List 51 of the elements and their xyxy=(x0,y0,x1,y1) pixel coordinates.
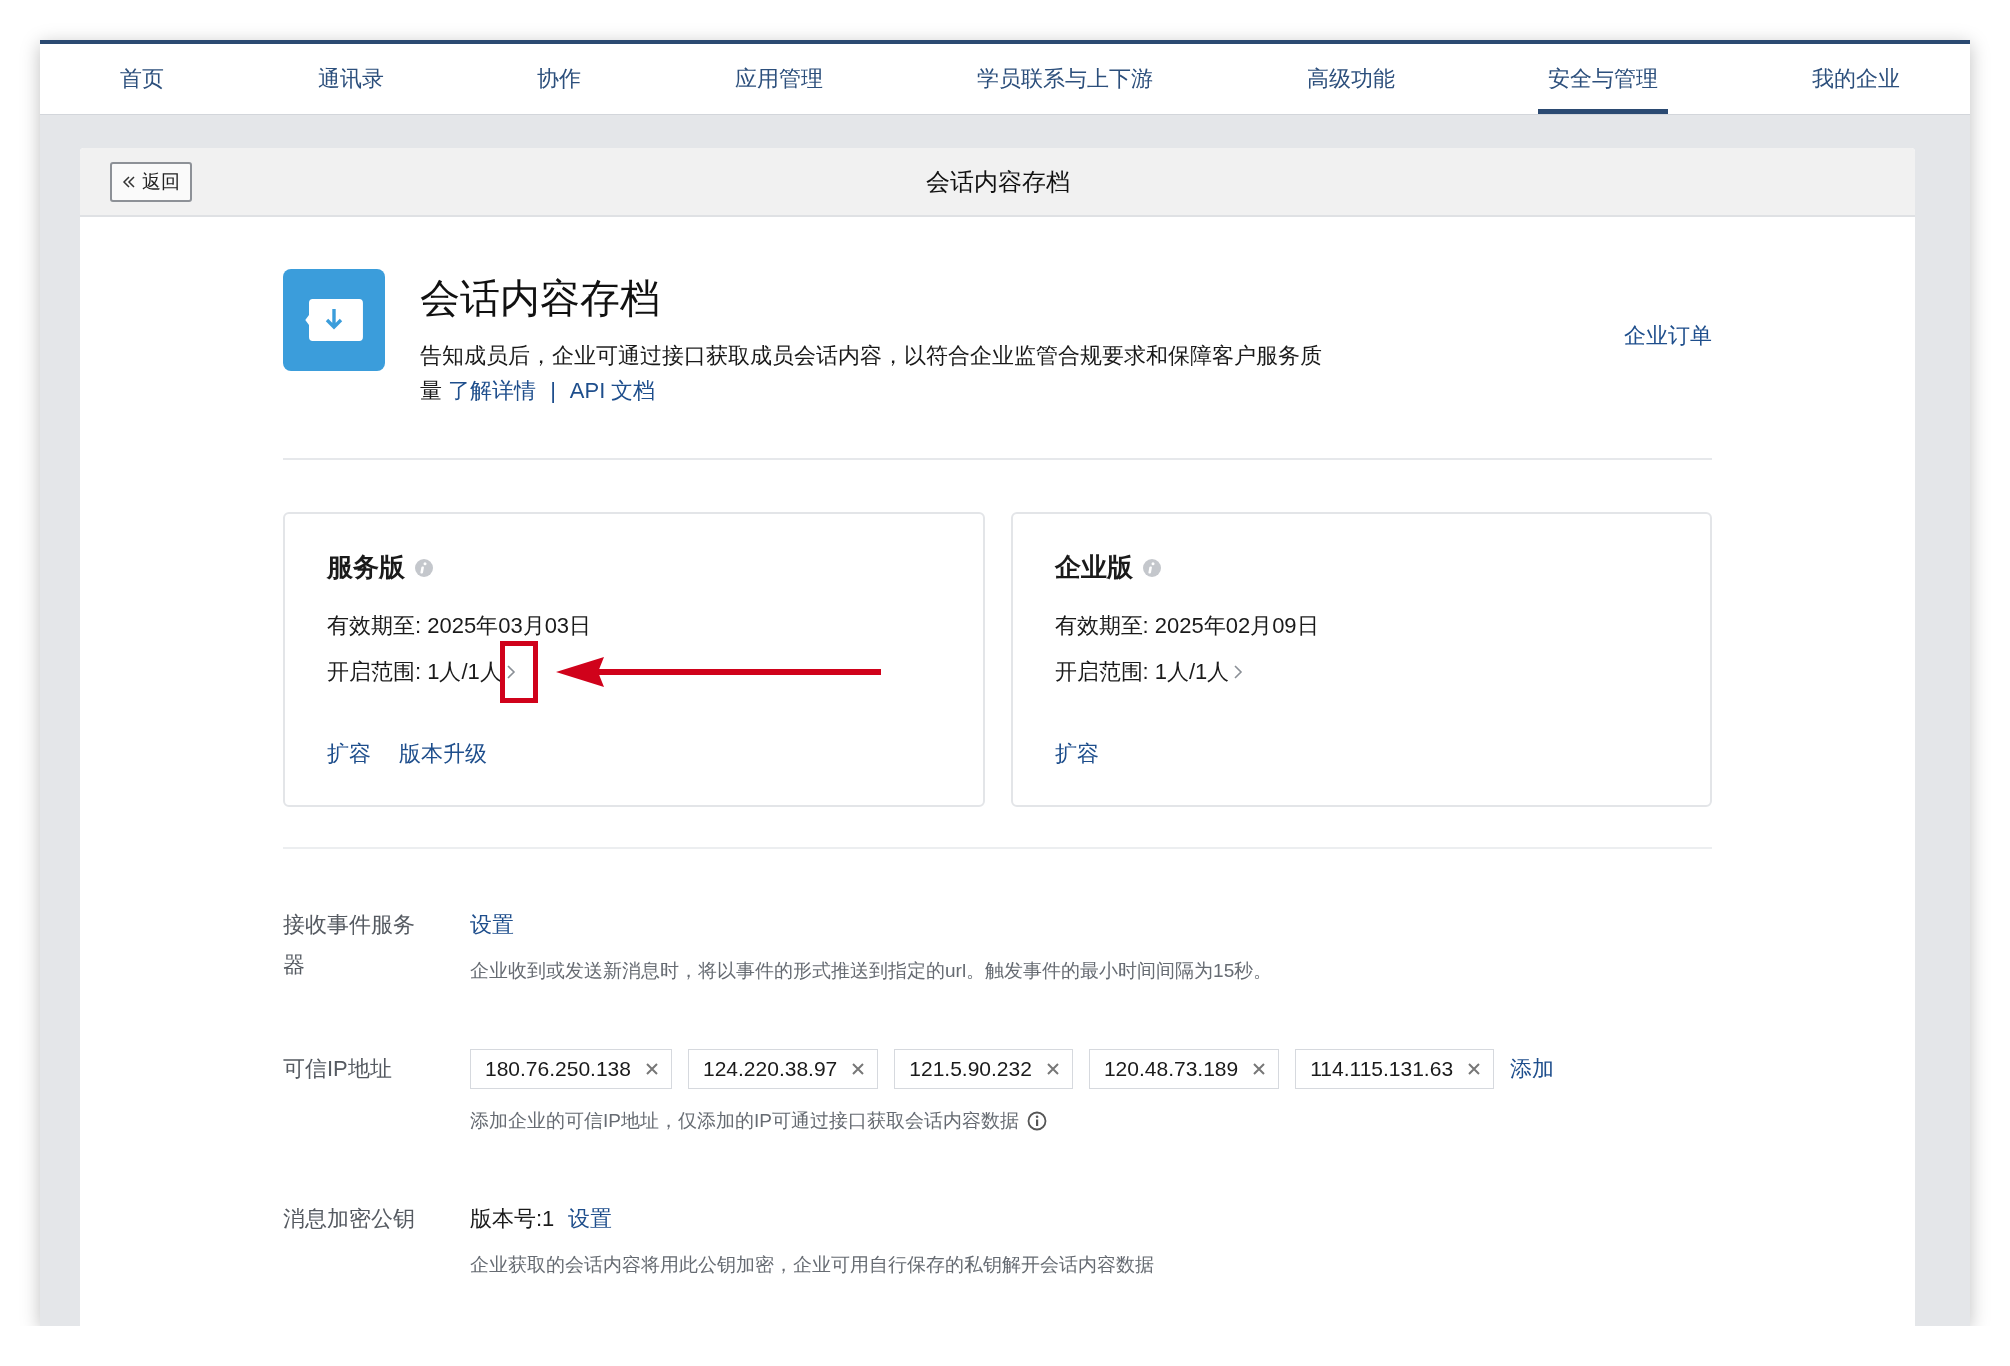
expiry-date: 有效期至: 2025年02月09日 xyxy=(1054,612,1319,640)
info-icon xyxy=(415,558,433,577)
nav-tab[interactable]: 安全与管理 xyxy=(1538,49,1669,114)
ip-tag: 121.5.90.232 xyxy=(894,1049,1073,1089)
nav-tab[interactable]: 高级功能 xyxy=(1296,49,1405,114)
remove-icon[interactable] xyxy=(1045,1062,1060,1076)
setting-note: 企业获取的会话内容将用此公钥加密，企业可用自行保存的私钥解开会话内容数据 xyxy=(470,1253,1154,1277)
back-button[interactable]: 返回 xyxy=(110,161,192,202)
setting-label: 接收事件服务器 xyxy=(283,911,416,979)
edition-title: 服务版 xyxy=(327,551,405,584)
download-box-icon xyxy=(305,299,363,341)
ip-tag: 114.115.131.63 xyxy=(1295,1049,1495,1089)
double-chevron-icon xyxy=(122,174,136,189)
scope-text: 开启范围: 1人/1人 xyxy=(327,658,502,686)
app-title: 会话内容存档 xyxy=(420,275,661,322)
remove-icon[interactable] xyxy=(1467,1062,1482,1076)
action-link[interactable]: 扩容 xyxy=(1054,739,1099,769)
info-icon xyxy=(1026,1111,1047,1131)
chevron-icon[interactable] xyxy=(505,663,516,681)
nav-tab[interactable]: 首页 xyxy=(110,49,174,114)
info-link[interactable]: API 文档 xyxy=(569,378,656,403)
nav-tab[interactable]: 应用管理 xyxy=(725,49,834,114)
setting-note: 企业收到或发送新消息时，将以事件的形式推送到指定的url。触发事件的最小时间间隔为15秒。 xyxy=(470,959,1273,983)
remove-icon[interactable] xyxy=(1252,1062,1267,1076)
info-icon xyxy=(1142,558,1161,577)
page-title: 会话内容存档 xyxy=(925,167,1070,195)
nav-tab[interactable]: 我的企业 xyxy=(1801,49,1910,114)
info-link[interactable]: 了解详情 xyxy=(448,378,537,403)
order-link[interactable]: 企业订单 xyxy=(1624,321,1712,351)
add-link[interactable]: 添加 xyxy=(1510,1054,1555,1084)
scope-text: 开启范围: 1人/1人 xyxy=(1054,658,1230,686)
setting-label: 可信IP地址 xyxy=(283,1055,393,1083)
ip-tag: 180.76.250.138 xyxy=(470,1049,672,1089)
settings-link[interactable]: 设置 xyxy=(470,910,514,940)
action-link[interactable]: 版本升级 xyxy=(399,739,487,769)
action-link[interactable]: 扩容 xyxy=(327,739,371,769)
expiry-date: 有效期至: 2025年03月03日 xyxy=(327,612,592,640)
app-description: 告知成员后，企业可通过接口获取成员会话内容，以符合企业监管合规要求和保障客户服务质量 了解详情 | API 文档 xyxy=(420,342,1323,405)
setting-label: 消息加密公钥 xyxy=(283,1205,416,1233)
settings-link[interactable]: 设置 xyxy=(568,1204,613,1234)
nav-tab[interactable]: 学员联系与上下游 xyxy=(966,49,1163,114)
chevron-icon[interactable] xyxy=(1233,663,1244,681)
remove-icon[interactable] xyxy=(851,1062,866,1076)
version-text: 版本号:1 xyxy=(470,1205,555,1233)
nav-tab[interactable]: 通讯录 xyxy=(307,49,394,114)
nav-tab[interactable]: 协作 xyxy=(527,49,592,114)
ip-tag: 120.48.73.189 xyxy=(1088,1049,1280,1089)
remove-icon[interactable] xyxy=(645,1062,659,1076)
ip-tag: 124.220.38.97 xyxy=(688,1049,879,1089)
setting-note: 添加企业的可信IP地址，仅添加的IP可通过接口获取会话内容数据 xyxy=(470,1109,1019,1133)
edition-title: 企业版 xyxy=(1054,551,1133,584)
